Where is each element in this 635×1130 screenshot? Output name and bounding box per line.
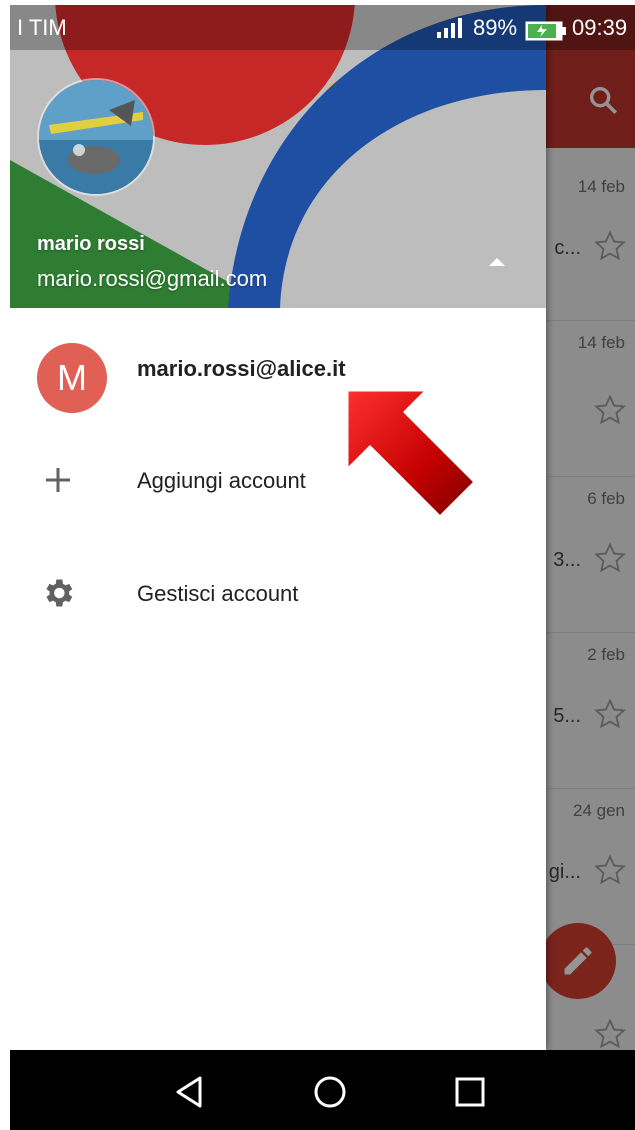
home-icon[interactable] [310, 1072, 350, 1112]
plus-icon [46, 468, 70, 492]
battery-icon [525, 21, 566, 41]
signal-icon [437, 18, 462, 38]
recents-icon[interactable] [450, 1072, 490, 1112]
red-arrow-annotation [345, 388, 477, 519]
back-icon[interactable] [170, 1072, 210, 1112]
phone-screen: 14 feb c... 14 feb 6 feb 3... 2 feb 5...… [10, 5, 635, 1130]
account-name: mario rossi [37, 233, 145, 255]
add-account-label: Aggiungi account [137, 468, 306, 493]
manage-accounts-button[interactable]: Gestisci account [10, 543, 546, 643]
system-nav-bar [10, 1050, 635, 1130]
status-bar: I TIM 89% 09:39 [10, 5, 635, 50]
account-email: mario.rossi@gmail.com [37, 266, 268, 291]
battery-percent: 89% [473, 15, 518, 40]
profile-photo [39, 80, 153, 194]
clock: 09:39 [572, 15, 628, 40]
account-initial-avatar: M [37, 343, 107, 413]
account-list-email: mario.rossi@alice.it [137, 356, 346, 381]
gear-icon [46, 579, 73, 607]
caret-up-icon[interactable] [486, 253, 508, 269]
drawer-header: mario rossi mario.rossi@gmail.com [10, 5, 546, 308]
carrier-name: I TIM [17, 15, 67, 40]
account-avatar[interactable] [37, 78, 155, 196]
manage-accounts-label: Gestisci account [137, 581, 299, 606]
